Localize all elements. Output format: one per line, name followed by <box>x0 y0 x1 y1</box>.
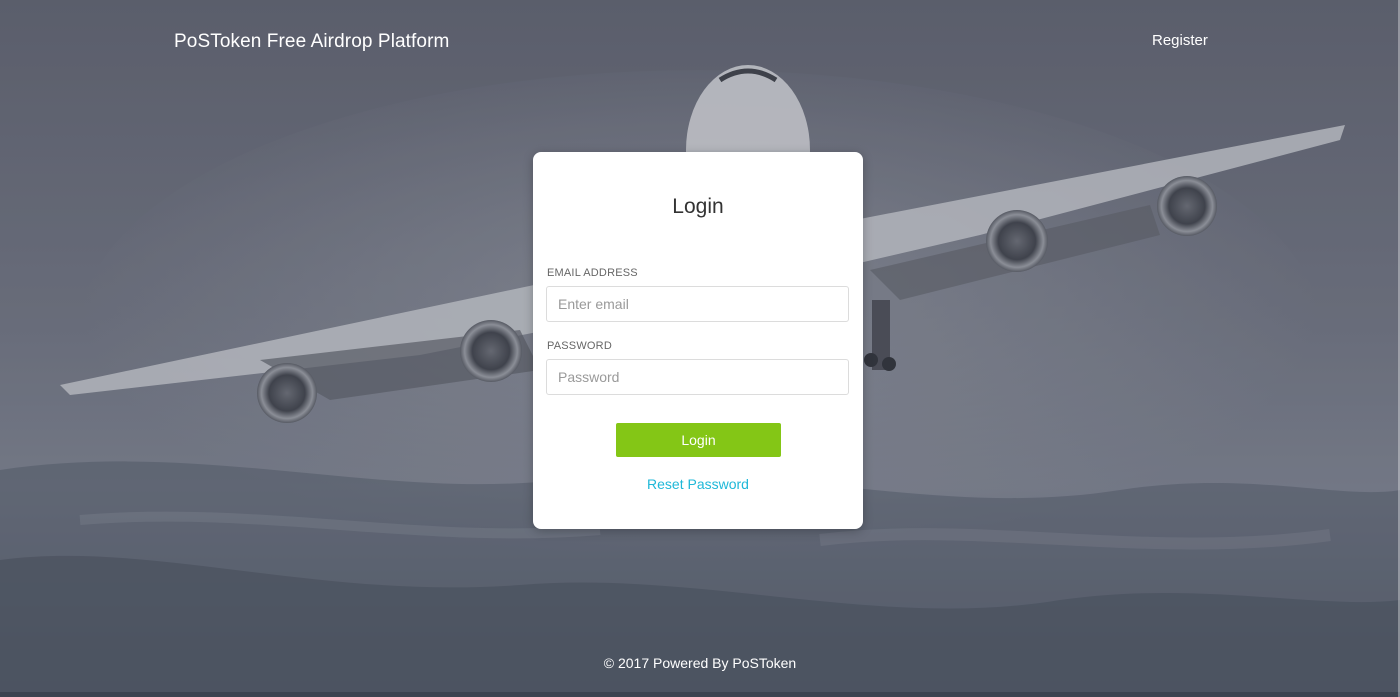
reset-password-link[interactable]: Reset Password <box>533 476 863 492</box>
brand-title[interactable]: PoSToken Free Airdrop Platform <box>174 31 449 53</box>
register-link[interactable]: Register <box>1152 32 1208 49</box>
login-page: PoSToken Free Airdrop Platform Register … <box>0 0 1400 697</box>
footer-copyright: © 2017 Powered By PoSToken <box>603 655 797 671</box>
password-label: PASSWORD <box>547 340 612 352</box>
email-label: EMAIL ADDRESS <box>547 267 638 279</box>
email-input[interactable] <box>546 286 849 322</box>
bottom-edge <box>0 692 1400 697</box>
password-input[interactable] <box>546 359 849 395</box>
login-button[interactable]: Login <box>616 423 781 457</box>
login-card: Login EMAIL ADDRESS PASSWORD Login Reset… <box>533 152 863 529</box>
login-title: Login <box>672 195 724 218</box>
